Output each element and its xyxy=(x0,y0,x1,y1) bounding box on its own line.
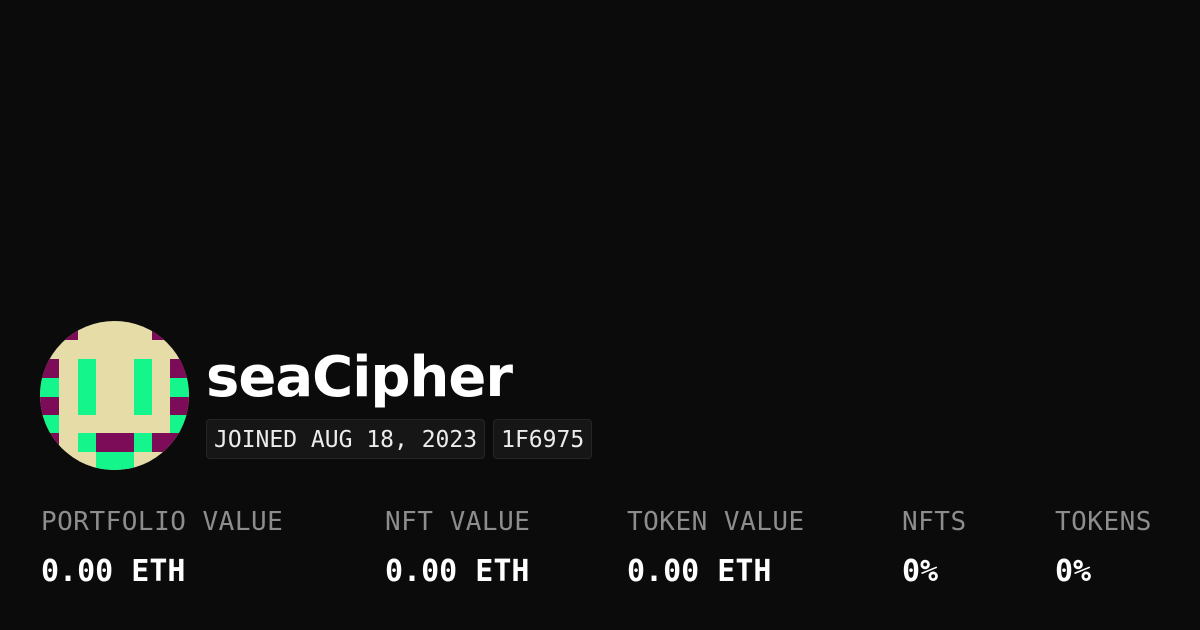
stat-nft-value: NFT VALUE 0.00 ETH xyxy=(385,504,530,590)
stat-value: 0% xyxy=(902,554,939,589)
pixel-smiley-avatar-icon xyxy=(40,321,189,470)
profile-card: seaCipher JOINED AUG 18, 2023 1F6975 POR… xyxy=(0,0,1200,630)
stat-portfolio-value: PORTFOLIO VALUE 0.00 ETH xyxy=(41,504,283,590)
stat-label: TOKENS xyxy=(1055,507,1152,537)
stat-label: TOKEN VALUE xyxy=(627,507,805,537)
stat-label: PORTFOLIO VALUE xyxy=(41,507,284,537)
stat-label: NFT VALUE xyxy=(385,507,531,537)
stat-value: 0% xyxy=(1055,554,1092,589)
stat-label: NFTS xyxy=(902,507,967,537)
stat-token-value: TOKEN VALUE 0.00 ETH xyxy=(627,504,805,590)
stat-value: 0.00 ETH xyxy=(627,554,772,589)
avatar xyxy=(40,321,189,470)
username: seaCipher xyxy=(206,345,513,410)
joined-date-badge: JOINED AUG 18, 2023 xyxy=(206,419,486,459)
stat-value: 0.00 ETH xyxy=(41,554,186,589)
stat-value: 0.00 ETH xyxy=(385,554,530,589)
profile-badges: JOINED AUG 18, 2023 1F6975 xyxy=(206,419,593,459)
color-code-badge: 1F6975 xyxy=(493,419,593,459)
stat-tokens-share: TOKENS 0% xyxy=(1055,504,1152,590)
stat-nfts-share: NFTS 0% xyxy=(902,504,967,590)
